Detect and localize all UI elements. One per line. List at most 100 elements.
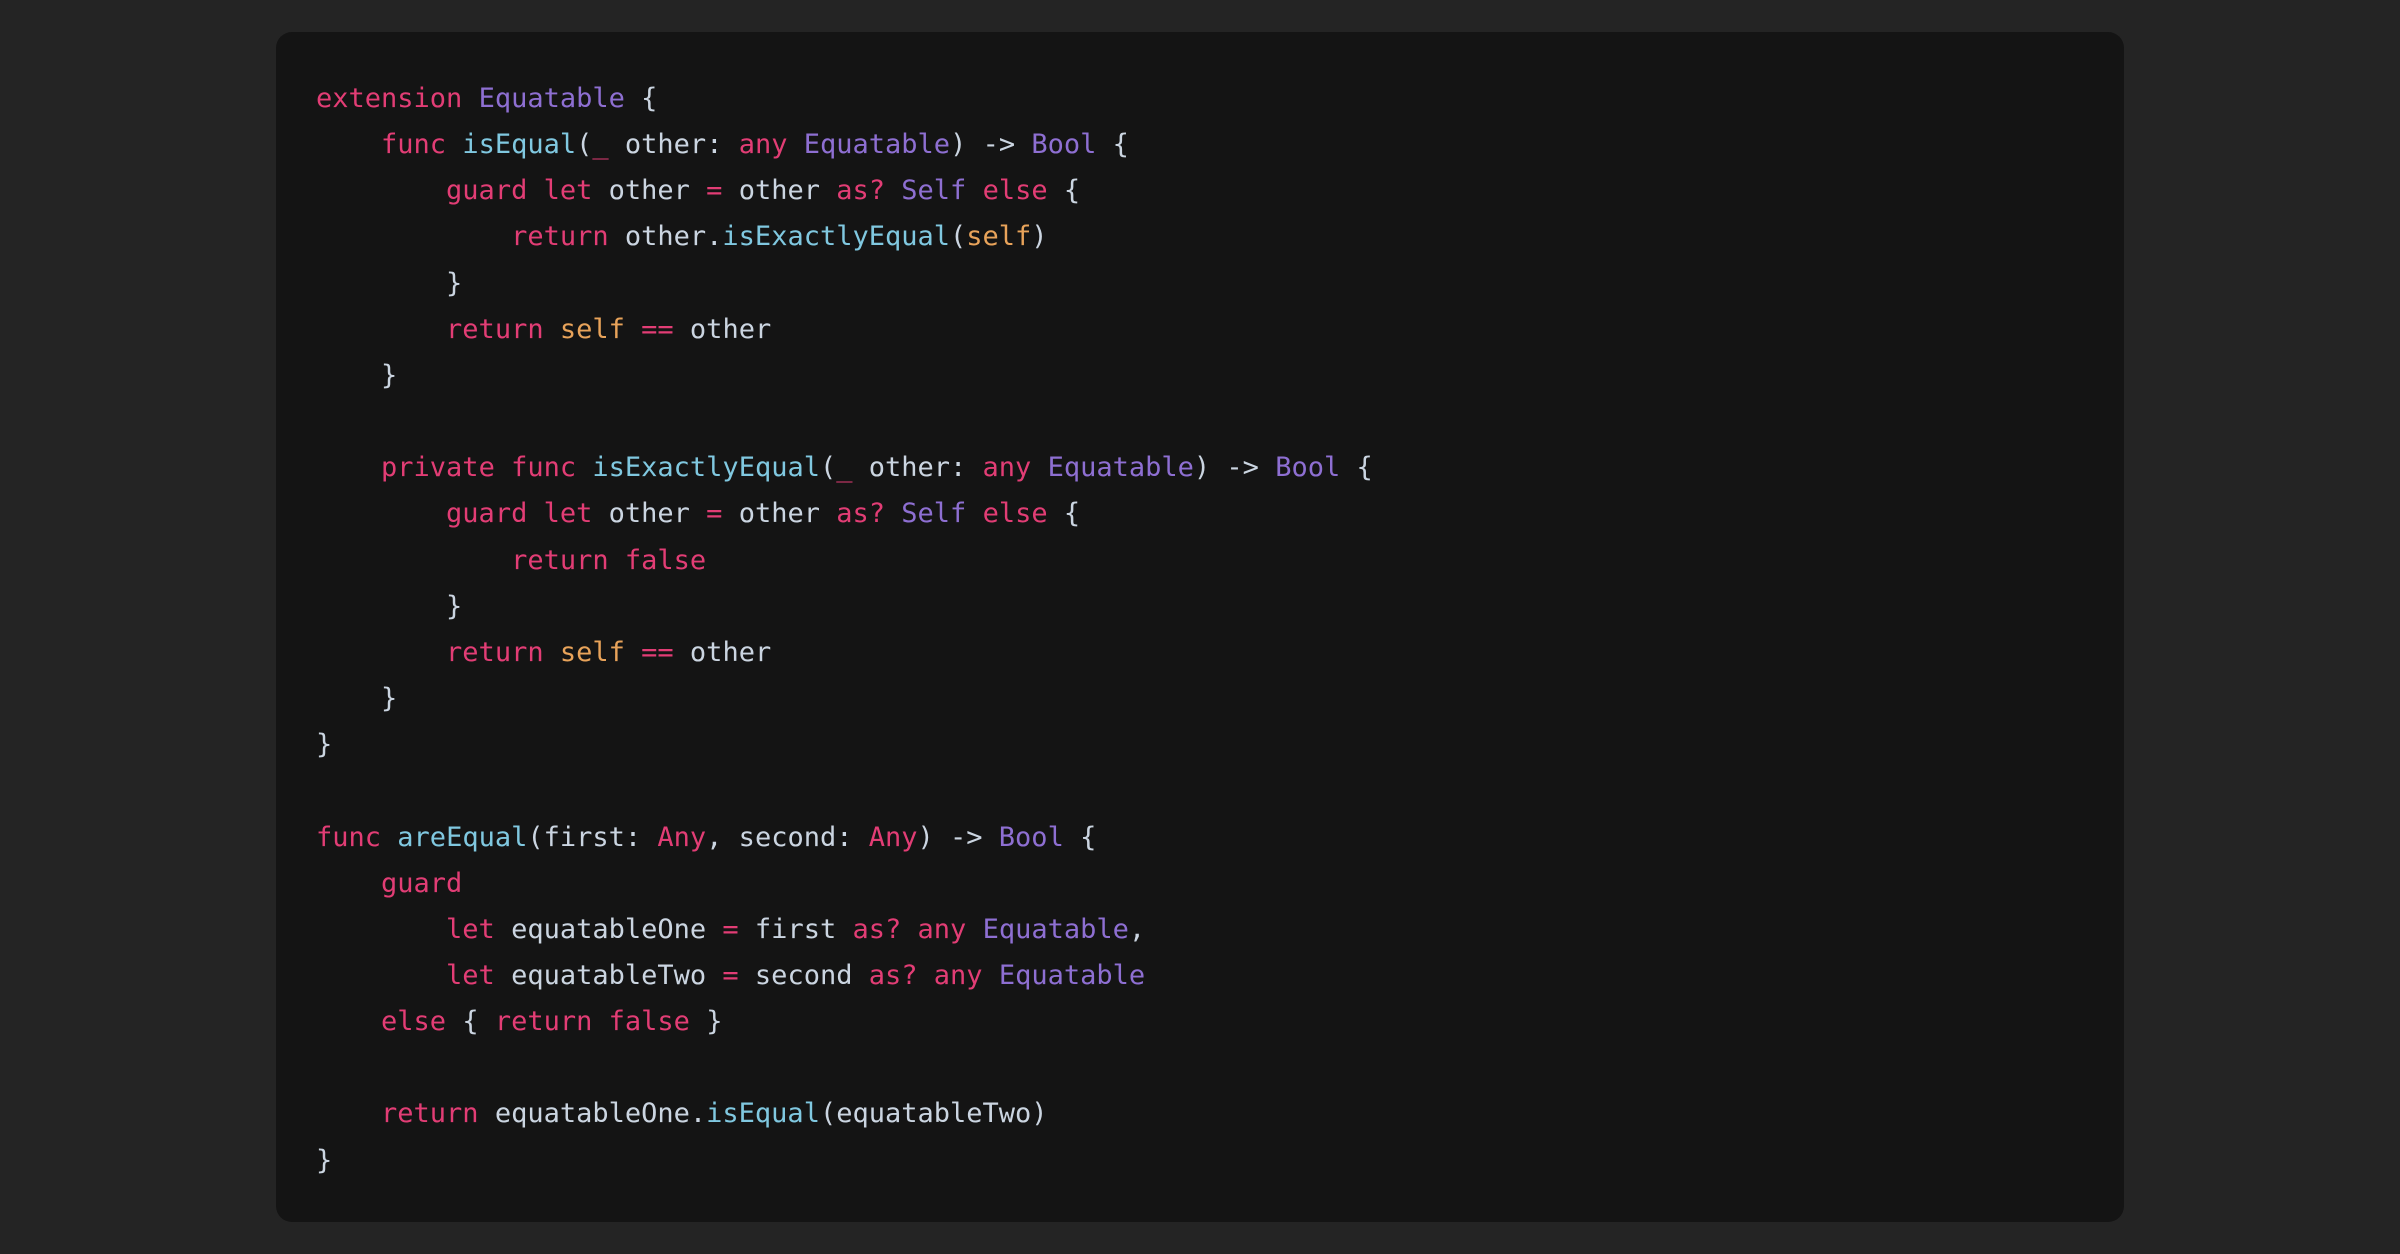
token-default	[316, 1006, 381, 1037]
token-keyword: any	[983, 452, 1032, 483]
token-default	[609, 545, 625, 576]
token-default	[885, 498, 901, 529]
token-fn: isExactlyEqual	[722, 221, 950, 252]
token-type: Equatable	[479, 83, 625, 114]
token-self: self	[560, 314, 625, 345]
token-default: equatableOne	[495, 914, 723, 945]
token-keyword: ==	[641, 637, 674, 668]
token-default: }	[316, 591, 462, 622]
token-keyword: false	[625, 545, 706, 576]
token-fn: isEqual	[706, 1098, 820, 1129]
token-default	[316, 175, 446, 206]
token-default	[316, 960, 446, 991]
token-default	[316, 221, 511, 252]
token-default	[316, 637, 446, 668]
token-default	[625, 637, 641, 668]
token-default: other:	[609, 129, 739, 160]
token-type: Equatable	[999, 960, 1145, 991]
token-default	[885, 175, 901, 206]
token-keyword: =	[722, 960, 738, 991]
code-content[interactable]: extension Equatable { func isEqual(_ oth…	[316, 76, 2084, 1184]
token-default	[527, 175, 543, 206]
token-keyword: func	[381, 129, 446, 160]
token-default: ) ->	[918, 822, 999, 853]
token-keyword: return	[446, 637, 544, 668]
token-keyword: _	[836, 452, 852, 483]
token-default	[966, 498, 982, 529]
token-type: Self	[901, 498, 966, 529]
token-default: {	[1340, 452, 1373, 483]
token-keyword: ==	[641, 314, 674, 345]
token-keyword: let	[544, 175, 593, 206]
token-default: other	[722, 498, 836, 529]
code-block[interactable]: extension Equatable { func isEqual(_ oth…	[276, 32, 2124, 1222]
token-default	[918, 960, 934, 991]
token-self: self	[560, 637, 625, 668]
token-default: }	[316, 268, 462, 299]
token-type: Bool	[1031, 129, 1096, 160]
token-default	[1031, 452, 1047, 483]
token-type: Equatable	[983, 914, 1129, 945]
token-keyword: return	[446, 314, 544, 345]
token-default: {	[1048, 175, 1081, 206]
token-keyword: Any	[657, 822, 706, 853]
token-keyword: as?	[836, 498, 885, 529]
token-type: Equatable	[804, 129, 950, 160]
token-keyword: any	[918, 914, 967, 945]
token-default: other	[722, 175, 836, 206]
token-default	[316, 545, 511, 576]
token-keyword: Any	[869, 822, 918, 853]
token-default: {	[446, 1006, 495, 1037]
token-keyword: guard	[446, 175, 527, 206]
token-default: }	[316, 1145, 332, 1176]
token-keyword: else	[381, 1006, 446, 1037]
token-default: other	[592, 498, 706, 529]
token-default: other.	[609, 221, 723, 252]
token-default	[625, 314, 641, 345]
token-default: first	[739, 914, 853, 945]
token-default: (	[820, 452, 836, 483]
token-keyword: let	[446, 914, 495, 945]
token-default: ,	[1129, 914, 1145, 945]
token-keyword: as?	[852, 914, 901, 945]
token-default: (	[576, 129, 592, 160]
token-type: Self	[901, 175, 966, 206]
token-keyword: return	[511, 221, 609, 252]
token-default: {	[1096, 129, 1129, 160]
token-keyword: return	[381, 1098, 479, 1129]
token-default	[316, 1098, 381, 1129]
token-default: other	[674, 637, 772, 668]
token-keyword: _	[592, 129, 608, 160]
token-fn: isEqual	[462, 129, 576, 160]
token-default: }	[316, 683, 397, 714]
token-keyword: as?	[869, 960, 918, 991]
token-keyword: else	[983, 175, 1048, 206]
token-default	[462, 83, 478, 114]
token-keyword: guard	[446, 498, 527, 529]
token-default	[316, 498, 446, 529]
token-default	[316, 314, 446, 345]
token-self: self	[966, 221, 1031, 252]
token-default: equatableOne.	[479, 1098, 707, 1129]
token-default: (	[950, 221, 966, 252]
token-default: }	[316, 360, 397, 391]
token-default: ) ->	[950, 129, 1031, 160]
token-type: Equatable	[1048, 452, 1194, 483]
token-default: other	[592, 175, 706, 206]
token-default	[787, 129, 803, 160]
token-keyword: return	[511, 545, 609, 576]
token-keyword: return	[495, 1006, 593, 1037]
token-default	[966, 914, 982, 945]
token-default	[983, 960, 999, 991]
token-keyword: false	[609, 1006, 690, 1037]
token-keyword: any	[739, 129, 788, 160]
token-keyword: let	[446, 960, 495, 991]
token-default: (equatableTwo)	[820, 1098, 1048, 1129]
token-default: other	[674, 314, 772, 345]
token-default: second	[739, 960, 869, 991]
token-default	[316, 868, 381, 899]
token-default: ) ->	[1194, 452, 1275, 483]
token-default	[316, 914, 446, 945]
token-default: {	[625, 83, 658, 114]
token-default	[544, 637, 560, 668]
